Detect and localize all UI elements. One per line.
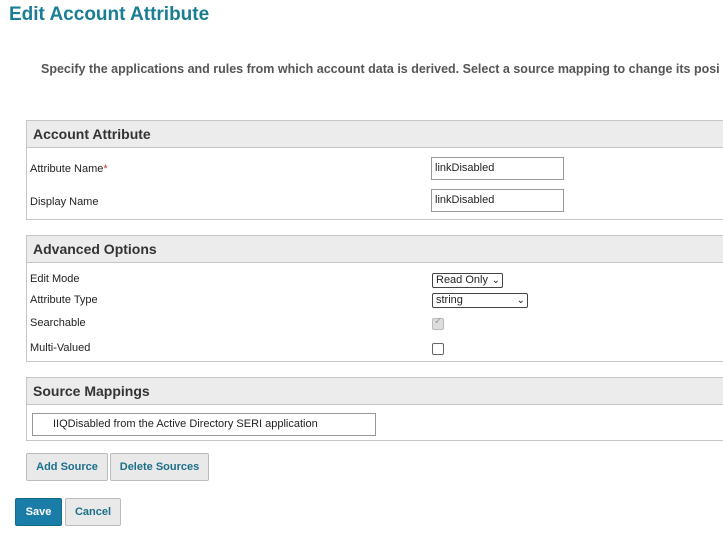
- attribute-name-label-text: Attribute Name: [30, 163, 104, 175]
- searchable-checkbox[interactable]: [432, 316, 444, 330]
- account-attribute-panel: Account Attribute Attribute Name* linkDi…: [26, 120, 723, 220]
- source-mappings-panel: Source Mappings IIQDisabled from the Act…: [26, 377, 723, 441]
- advanced-options-panel: Advanced Options Edit Mode Read Only ⌄ A…: [26, 235, 723, 362]
- attribute-type-label: Attribute Type: [30, 294, 98, 306]
- cancel-button[interactable]: Cancel: [65, 498, 121, 526]
- attribute-type-value: string: [436, 294, 463, 306]
- source-mappings-header: Source Mappings: [27, 378, 723, 405]
- edit-mode-select[interactable]: Read Only ⌄: [432, 273, 503, 288]
- chevron-down-icon: ⌄: [516, 295, 525, 306]
- account-attribute-header: Account Attribute: [27, 121, 723, 148]
- edit-mode-value: Read Only: [436, 274, 488, 286]
- display-name-input[interactable]: linkDisabled: [431, 189, 564, 212]
- attribute-type-select[interactable]: string ⌄: [432, 293, 528, 308]
- advanced-options-header: Advanced Options: [27, 236, 723, 263]
- attribute-name-label: Attribute Name*: [30, 163, 108, 175]
- source-mapping-item[interactable]: IIQDisabled from the Active Directory SE…: [32, 413, 376, 436]
- chevron-down-icon: ⌄: [491, 275, 500, 286]
- required-marker: *: [103, 163, 108, 175]
- display-name-label: Display Name: [30, 196, 99, 208]
- delete-sources-button[interactable]: Delete Sources: [110, 453, 209, 481]
- edit-mode-label: Edit Mode: [30, 273, 80, 285]
- add-source-button[interactable]: Add Source: [26, 453, 108, 481]
- searchable-label: Searchable: [30, 317, 86, 329]
- instructions-text: Specify the applications and rules from …: [41, 62, 720, 76]
- multi-valued-label: Multi-Valued: [30, 342, 91, 354]
- save-button[interactable]: Save: [15, 498, 62, 526]
- attribute-name-input[interactable]: linkDisabled: [431, 157, 564, 180]
- page-title: Edit Account Attribute: [9, 4, 210, 25]
- multi-valued-checkbox[interactable]: [432, 343, 444, 355]
